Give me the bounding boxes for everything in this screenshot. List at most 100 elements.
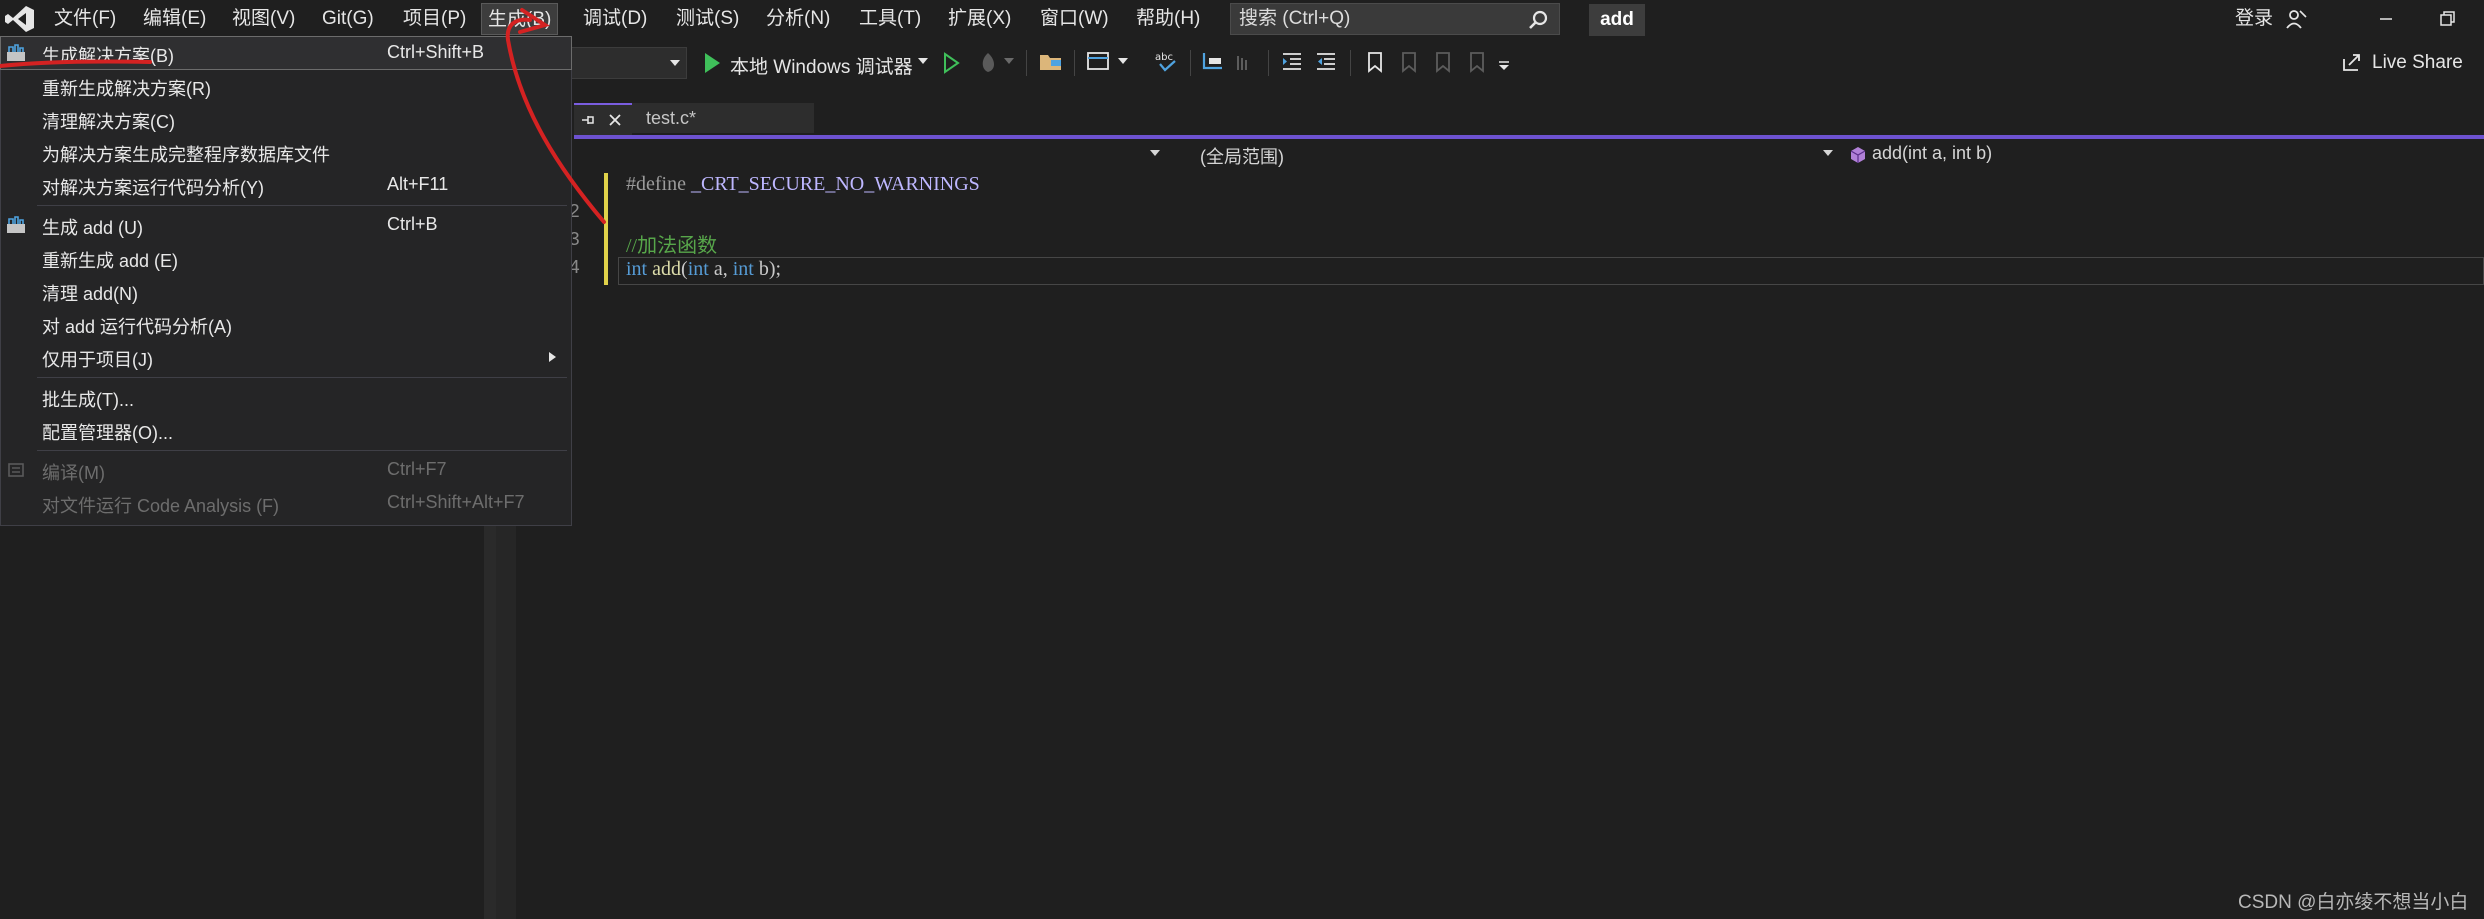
menu-build-project[interactable]: 生成 add (U) Ctrl+B xyxy=(1,209,571,241)
menu-view[interactable]: 视图(V) xyxy=(226,3,301,35)
chevron-down-icon[interactable] xyxy=(918,58,928,66)
menu-analyze-solution[interactable]: 对解决方案运行代码分析(Y) Alt+F11 xyxy=(1,169,571,201)
login-link[interactable]: 登录 xyxy=(2235,3,2273,35)
function-cube-icon xyxy=(1850,147,1866,163)
visual-studio-logo-icon xyxy=(5,6,34,32)
submenu-arrow-icon xyxy=(549,352,556,362)
toolbar-overflow-icon[interactable] xyxy=(1498,60,1510,72)
search-icon xyxy=(1529,10,1548,29)
navigation-bar xyxy=(574,139,2484,174)
bookmark-icon[interactable] xyxy=(1364,50,1386,74)
live-share-button[interactable]: Live Share xyxy=(2372,52,2463,74)
folder-open-icon[interactable] xyxy=(1038,50,1064,74)
platform-dropdown[interactable] xyxy=(565,47,687,79)
close-icon[interactable] xyxy=(608,113,622,127)
menu-tools[interactable]: 工具(T) xyxy=(853,3,927,35)
menu-item-label: 编译(M) xyxy=(42,463,105,483)
menu-edit[interactable]: 编辑(E) xyxy=(137,3,212,35)
code-line-3: //加法函数 xyxy=(626,229,717,258)
menu-rebuild-project[interactable]: 重新生成 add (E) xyxy=(1,242,571,274)
toolbar-separator xyxy=(1074,50,1075,76)
search-placeholder: 搜索 (Ctrl+Q) xyxy=(1239,8,1351,29)
menu-item-label: 对 add 运行代码分析(A) xyxy=(42,317,233,337)
menu-item-label: 重新生成 add (E) xyxy=(42,251,179,271)
menu-clean-project[interactable]: 清理 add(N) xyxy=(1,275,571,307)
svg-text:abc: abc xyxy=(1155,52,1173,63)
run-play-icon[interactable] xyxy=(702,50,722,76)
macro-name: _CRT_SECURE_NO_WARNINGS xyxy=(690,173,980,195)
current-line-highlight xyxy=(618,257,2484,285)
code-line-1: #define _CRT_SECURE_NO_WARNINGS xyxy=(626,173,980,196)
code-param: a, xyxy=(708,258,733,280)
menu-file[interactable]: 文件(F) xyxy=(48,3,122,35)
toolbar-separator xyxy=(1026,50,1027,76)
tab-test-c[interactable]: test.c* xyxy=(632,103,814,133)
menu-help[interactable]: 帮助(H) xyxy=(1130,3,1206,35)
function-dropdown[interactable]: add(int a, int b) xyxy=(1872,143,1992,164)
menu-project-only[interactable]: 仅用于项目(J) xyxy=(1,341,571,373)
scope-dropdown[interactable]: (全局范围) xyxy=(1200,143,1284,169)
live-share-icon[interactable] xyxy=(2340,50,2364,74)
chevron-down-icon xyxy=(670,60,680,66)
menu-run-code-analysis-file: 对文件运行 Code Analysis (F) Ctrl+Shift+Alt+F… xyxy=(1,487,571,519)
menu-item-label: 清理解决方案(C) xyxy=(42,112,175,132)
menu-item-label: 仅用于项目(J) xyxy=(42,350,153,370)
tab-pinned-active[interactable] xyxy=(574,103,632,135)
menu-analyze-project[interactable]: 对 add 运行代码分析(A) xyxy=(1,308,571,340)
menu-item-shortcut: Ctrl+Shift+B xyxy=(387,42,485,62)
menu-project[interactable]: 项目(P) xyxy=(397,3,472,35)
menu-item-label: 生成 add (U) xyxy=(42,218,144,238)
keyword: int xyxy=(626,258,648,280)
chevron-down-icon[interactable] xyxy=(1118,58,1128,66)
menu-item-label: 配置管理器(O)... xyxy=(42,423,173,443)
account-settings-icon[interactable] xyxy=(2285,8,2307,30)
step-into-icon[interactable] xyxy=(1200,50,1226,74)
menu-build[interactable]: 生成(B) xyxy=(481,3,559,35)
hot-reload-icon xyxy=(982,53,994,72)
menu-extensions[interactable]: 扩展(X) xyxy=(942,3,1017,35)
outdent-icon[interactable] xyxy=(1314,50,1340,74)
menu-item-label: 对解决方案运行代码分析(Y) xyxy=(42,178,264,198)
restore-button[interactable] xyxy=(2426,4,2466,34)
menu-window[interactable]: 窗口(W) xyxy=(1034,3,1115,35)
menu-item-label: 生成解决方案(B) xyxy=(42,46,174,66)
clear-bookmarks-icon xyxy=(1470,52,1484,73)
spell-check-icon[interactable]: abc xyxy=(1154,50,1180,74)
menu-clean-solution[interactable]: 清理解决方案(C) xyxy=(1,103,571,135)
keyword: int xyxy=(687,258,709,280)
menu-item-label: 批生成(T)... xyxy=(42,390,134,410)
indent-icon[interactable] xyxy=(1280,50,1306,74)
menu-debug[interactable]: 调试(D) xyxy=(577,3,653,35)
build-menu-dropdown: 生成解决方案(B) Ctrl+Shift+B 重新生成解决方案(R) 清理解决方… xyxy=(0,36,572,526)
code-comment: //加法函数 xyxy=(626,235,718,257)
toolbar-separator xyxy=(1268,50,1269,76)
build-icon xyxy=(7,44,25,61)
menu-test[interactable]: 测试(S) xyxy=(670,3,745,35)
start-without-debugging-icon[interactable] xyxy=(941,50,961,76)
pin-icon[interactable] xyxy=(580,113,596,127)
step-over-icon xyxy=(1237,56,1247,70)
menu-batch-build[interactable]: 批生成(T)... xyxy=(1,381,571,413)
chevron-down-icon[interactable] xyxy=(1823,150,1833,158)
menu-separator xyxy=(37,377,567,378)
menu-build-solution[interactable]: 生成解决方案(B) Ctrl+Shift+B xyxy=(0,36,572,70)
next-bookmark-icon xyxy=(1436,52,1450,73)
build-icon xyxy=(7,216,25,233)
solution-name-badge: add xyxy=(1589,4,1645,36)
search-input[interactable]: 搜索 (Ctrl+Q) xyxy=(1230,3,1560,35)
menu-item-shortcut: Ctrl+Shift+Alt+F7 xyxy=(387,492,525,512)
menu-item-shortcut: Alt+F11 xyxy=(387,174,449,194)
minimize-button[interactable] xyxy=(2366,4,2406,34)
start-debugging-button[interactable]: 本地 Windows 调试器 xyxy=(730,52,913,79)
preprocessor-directive: #define xyxy=(626,173,686,195)
chevron-down-icon[interactable] xyxy=(1150,150,1160,158)
window-layout-icon[interactable] xyxy=(1086,50,1112,74)
previous-bookmark-icon xyxy=(1402,52,1416,73)
menu-rebuild-solution[interactable]: 重新生成解决方案(R) xyxy=(1,70,571,102)
code-line-4: int add(int a, int b); xyxy=(626,258,781,281)
menu-configuration-manager[interactable]: 配置管理器(O)... xyxy=(1,414,571,446)
menu-analyze[interactable]: 分析(N) xyxy=(760,3,836,35)
menu-generate-pdb[interactable]: 为解决方案生成完整程序数据库文件 xyxy=(1,136,571,168)
menu-item-label: 对文件运行 Code Analysis (F) xyxy=(42,496,280,516)
menu-git[interactable]: Git(G) xyxy=(316,3,380,35)
